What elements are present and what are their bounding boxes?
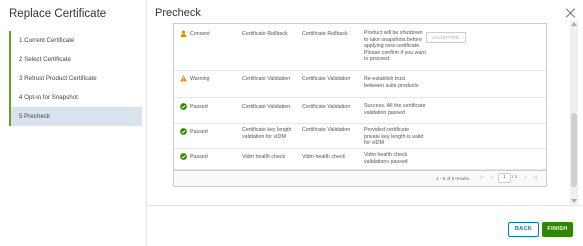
check-type: Certificate Rollback (302, 31, 348, 37)
check-circle-icon (180, 103, 187, 110)
wizard-title: Replace Certificate (9, 8, 107, 20)
check-name: Certificate Validation (242, 76, 291, 82)
prev-page-icon[interactable]: < (491, 175, 494, 181)
finish-button[interactable]: FINISH (542, 222, 573, 237)
check-circle-icon (180, 153, 187, 160)
step-opt-in-snapshot[interactable]: 4 Opt-in for Snapshot (9, 88, 142, 107)
step-label: 4 Opt-in for Snapshot (19, 94, 78, 101)
grid-footer: 1 - 5 of 5 results |< < 1 / 1 > >| (174, 170, 546, 186)
table-row: Passed Certificate Validation Certificat… (174, 98, 546, 124)
pagination-summary: 1 - 5 of 5 results (436, 176, 469, 181)
page-number-input[interactable]: 1 (498, 173, 511, 183)
back-button[interactable]: BACK (508, 222, 539, 237)
table-row: Passed Vidm health check Vidm health che… (174, 149, 546, 170)
step-label: 5 Precheck (19, 113, 50, 120)
check-message: Product will be shutdown to take snapsho… (364, 30, 426, 62)
check-message: Provided certificate private key length … (364, 127, 424, 146)
warning-icon (180, 75, 187, 82)
status-text: Warning (190, 76, 210, 82)
next-page-icon[interactable]: > (524, 175, 527, 181)
wizard-steps: 1 Current Certificate 2 Select Certifica… (9, 31, 142, 126)
status-text: Passed (190, 154, 208, 160)
check-circle-icon (180, 128, 187, 135)
check-type: Certificate Validation (302, 104, 351, 110)
step-select-certificate[interactable]: 2 Select Certificate (9, 50, 142, 69)
close-icon[interactable] (565, 7, 577, 19)
scroll-up-icon[interactable] (571, 22, 577, 26)
step-label: 1 Current Certificate (19, 37, 75, 44)
footer-divider (147, 205, 583, 206)
check-name: Vidm health check (242, 154, 286, 160)
main-panel: Precheck Consent Certificate Rollback Ce… (147, 0, 583, 246)
table-row: Passed Certificate key length validation… (174, 124, 546, 149)
check-message: Success. All the certificate validation … (364, 103, 426, 116)
check-name: Certificate Rollback (242, 31, 288, 37)
check-message: Re-establish trust between suite product… (364, 76, 419, 89)
step-retrust-product-certificate[interactable]: 3 Retrust Product Certificate (9, 69, 142, 88)
status-text: Consent (190, 31, 210, 37)
status-text: Passed (190, 129, 208, 135)
step-precheck[interactable]: 5 Precheck (9, 107, 142, 126)
page-total: / 1 (512, 175, 518, 180)
table-row: Warning Certificate Validation Certifica… (174, 71, 546, 98)
check-type: Certificate Validation (302, 76, 351, 82)
check-name: Certificate key length validation for vI… (242, 127, 292, 140)
last-page-icon[interactable]: >| (533, 175, 537, 181)
scrollbar[interactable] (570, 20, 578, 205)
check-type: Certificate Validation (302, 127, 351, 133)
scroll-down-icon[interactable] (571, 199, 577, 203)
scrollbar-thumb[interactable] (571, 113, 577, 187)
wizard-sidebar: Replace Certificate 1 Current Certificat… (0, 0, 147, 246)
status-text: Passed (190, 104, 208, 110)
check-type: Vidm health check (302, 154, 346, 160)
step-current-certificate[interactable]: 1 Current Certificate (9, 31, 142, 50)
step-label: 3 Retrust Product Certificate (19, 75, 97, 82)
check-message: Vidm health check validations passed (364, 152, 408, 165)
precheck-grid: Consent Certificate Rollback Certificate… (173, 23, 547, 187)
first-page-icon[interactable]: |< (480, 175, 484, 181)
check-name: Certificate Validation (242, 104, 291, 110)
table-row: Consent Certificate Rollback Certificate… (174, 24, 546, 71)
person-icon (180, 30, 187, 37)
accepted-button[interactable]: ACCEPTED (426, 32, 466, 43)
step-label: 2 Select Certificate (19, 56, 71, 63)
page-title: Precheck (155, 7, 201, 19)
